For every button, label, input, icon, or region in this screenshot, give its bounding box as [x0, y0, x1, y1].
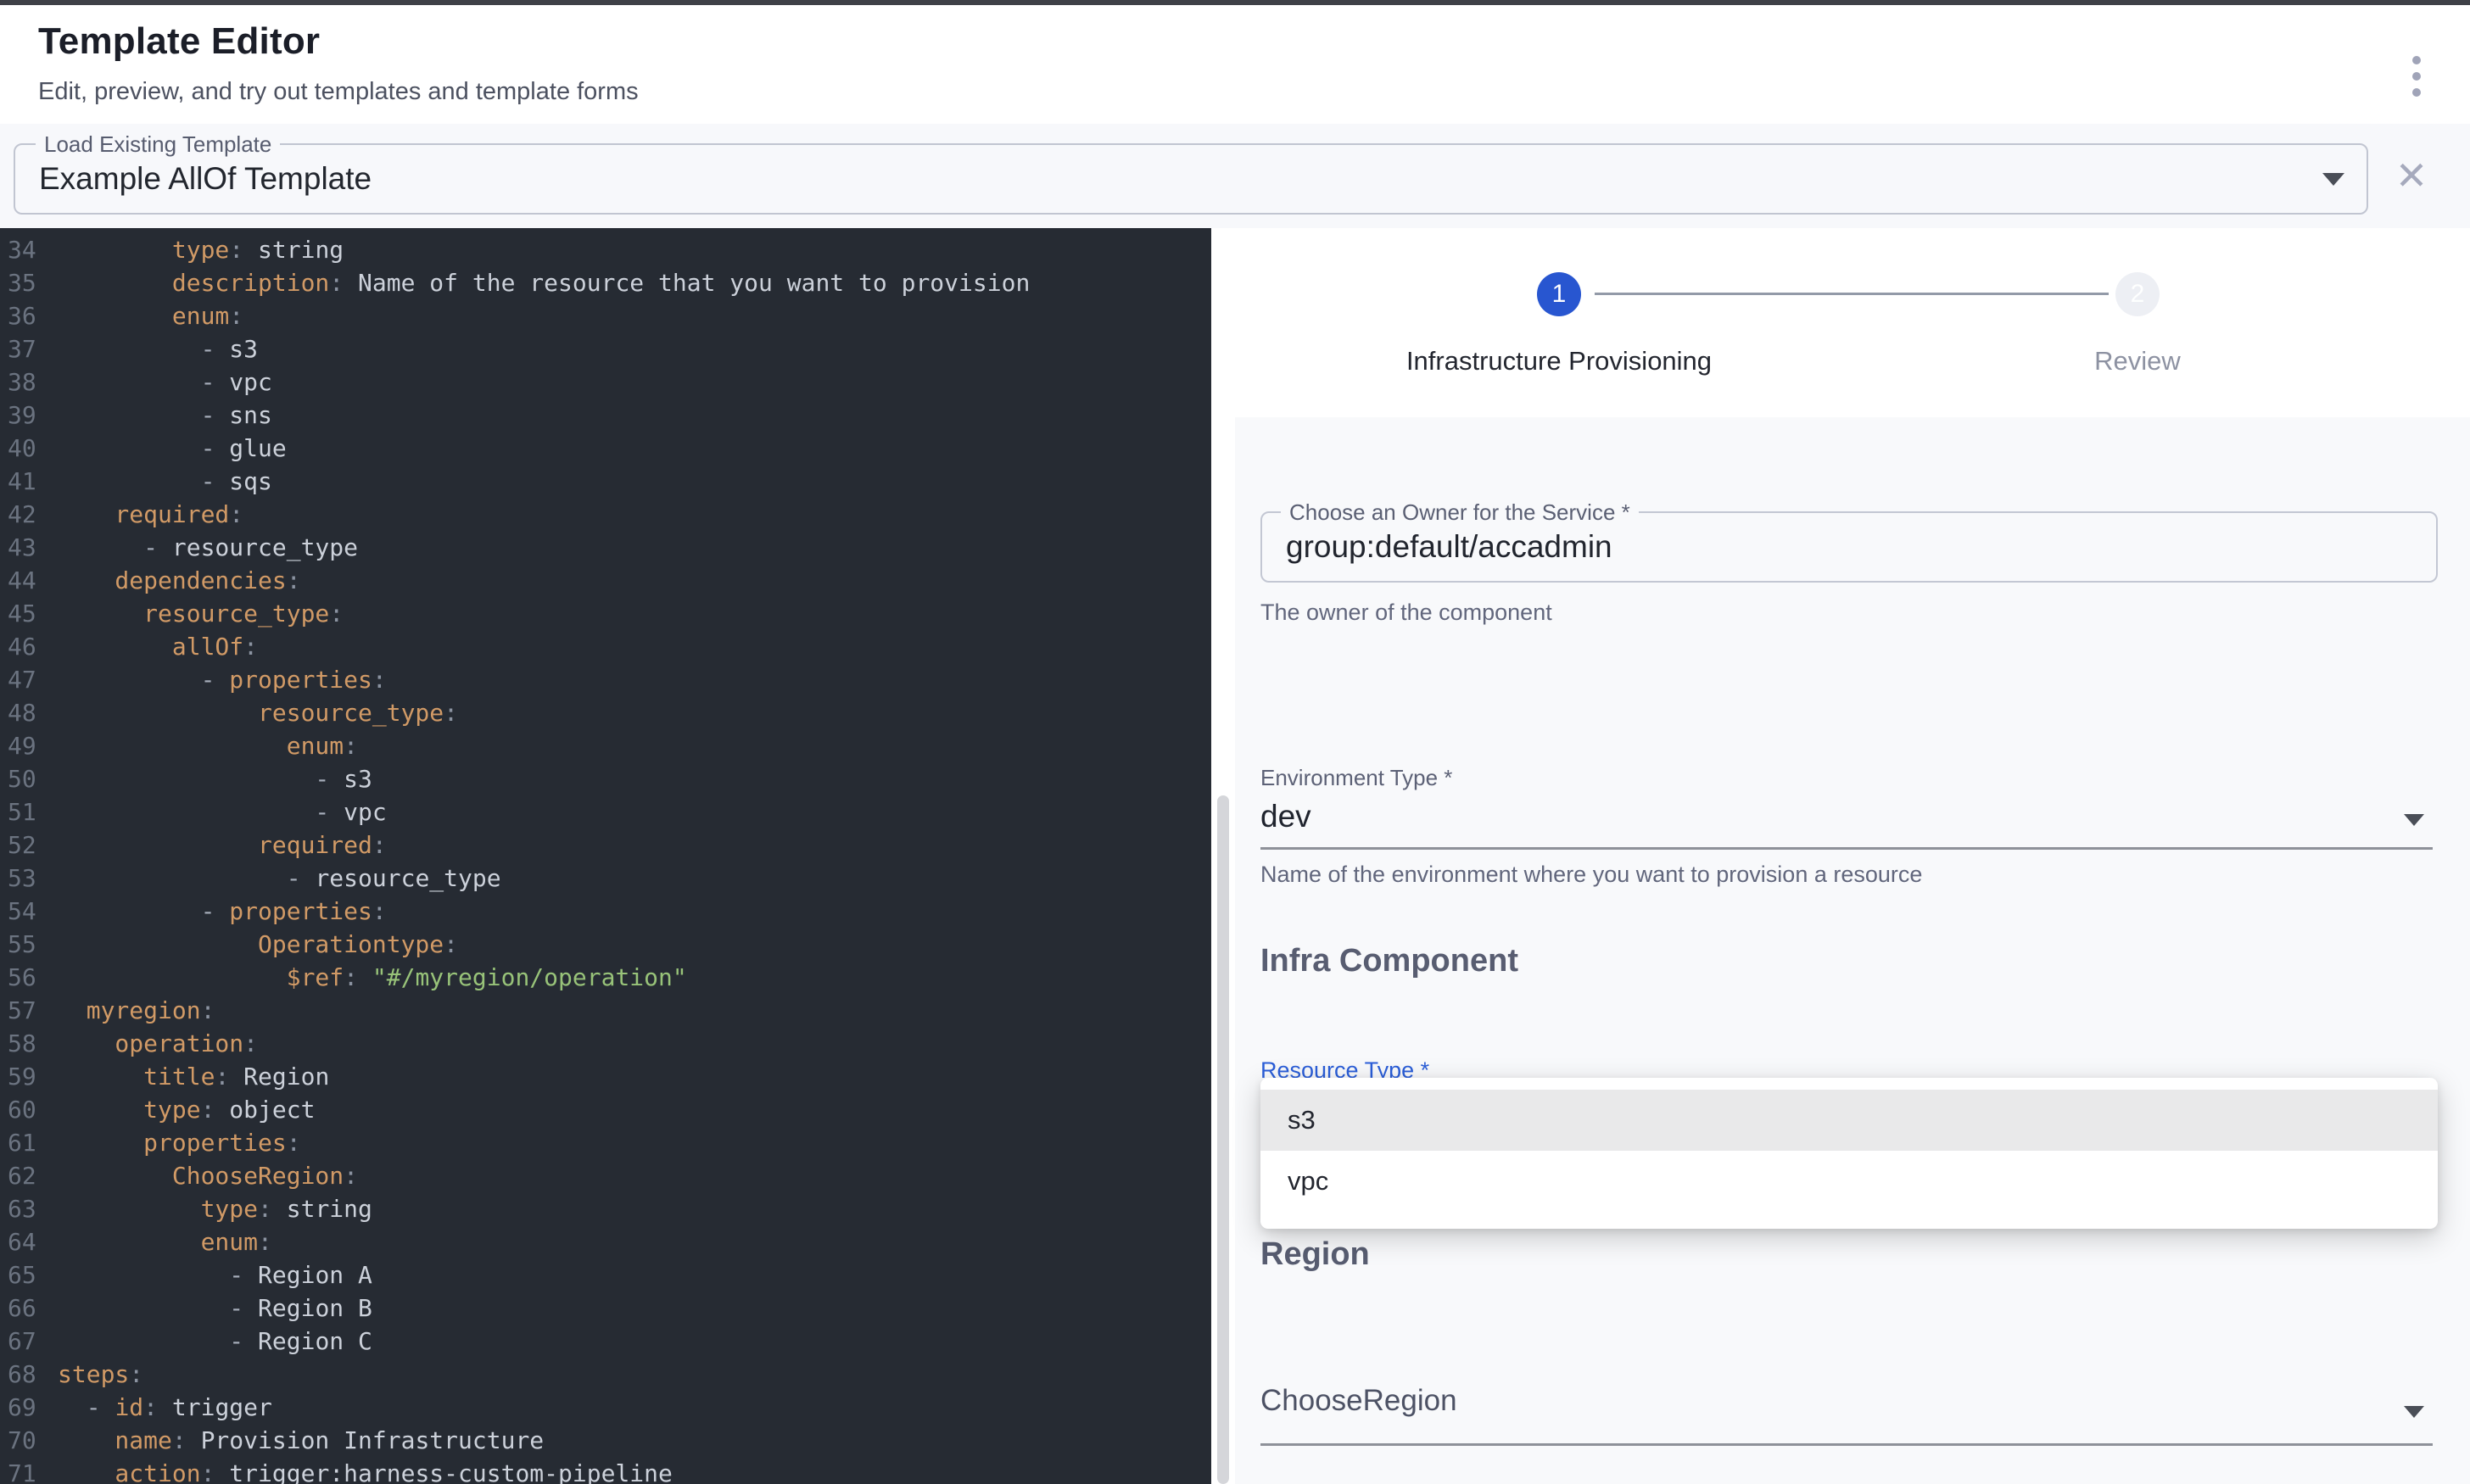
- code-line: 53 - resource_type: [0, 862, 1211, 895]
- resource-type-menu: s3vpc: [1260, 1078, 2438, 1229]
- code-line: 35 description: Name of the resource tha…: [0, 266, 1211, 299]
- template-form-panel: 1 2 Infrastructure Provisioning Review C…: [1235, 228, 2470, 1484]
- step-1-number: 1: [1552, 280, 1567, 309]
- kebab-dot: [2412, 72, 2421, 81]
- step-2-label: Review: [1968, 346, 2307, 377]
- code-line: 38 - vpc: [0, 365, 1211, 399]
- page-title: Template Editor: [38, 20, 320, 63]
- code-line: 52 required:: [0, 828, 1211, 862]
- code-line: 41 - sqs: [0, 465, 1211, 498]
- wizard-stepper: 1 2 Infrastructure Provisioning Review: [1235, 228, 2470, 417]
- step-1-indicator[interactable]: 1: [1537, 272, 1581, 316]
- code-line: 63 type: string: [0, 1192, 1211, 1225]
- code-line: 39 - sns: [0, 399, 1211, 432]
- editor-scrollbar-thumb[interactable]: [1217, 795, 1229, 1484]
- code-line: 57 myregion:: [0, 994, 1211, 1027]
- kebab-dot: [2412, 88, 2421, 97]
- step-1-label: Infrastructure Provisioning: [1262, 346, 1856, 377]
- code-line: 56 $ref: "#/myregion/operation": [0, 961, 1211, 994]
- load-template-combobox[interactable]: Load Existing Template Example AllOf Tem…: [14, 143, 2368, 215]
- code-line: 60 type: object: [0, 1093, 1211, 1126]
- chevron-down-icon[interactable]: [2404, 1406, 2424, 1418]
- wizard-form: Choose an Owner for the Service * group:…: [1235, 417, 2470, 1484]
- code-line: 68steps:: [0, 1358, 1211, 1391]
- owner-input[interactable]: Choose an Owner for the Service * group:…: [1260, 511, 2438, 583]
- code-line: 59 title: Region: [0, 1060, 1211, 1093]
- code-line: 54 - properties:: [0, 895, 1211, 928]
- code-editor-lines: 34 type: string35 description: Name of t…: [0, 233, 1211, 1484]
- chevron-down-icon[interactable]: [2404, 814, 2424, 826]
- page-header: Template Editor Edit, preview, and try o…: [0, 5, 2470, 124]
- infra-component-heading: Infra Component: [1260, 943, 1518, 979]
- code-line: 55 Operationtype:: [0, 928, 1211, 961]
- step-2-indicator[interactable]: 2: [2115, 272, 2160, 316]
- menu-option-s3[interactable]: s3: [1260, 1090, 2438, 1151]
- owner-value: group:default/accadmin: [1286, 513, 1612, 581]
- environment-helper-text: Name of the environment where you want t…: [1260, 862, 1922, 888]
- stepper-connector: [1595, 293, 2109, 295]
- choose-region-underline: [1260, 1443, 2433, 1446]
- yaml-code-editor[interactable]: 34 type: string35 description: Name of t…: [0, 228, 1211, 1484]
- code-line: 42 required:: [0, 498, 1211, 531]
- code-line: 45 resource_type:: [0, 597, 1211, 630]
- load-template-section: Load Existing Template Example AllOf Tem…: [0, 124, 2470, 228]
- code-line: 40 - glue: [0, 432, 1211, 465]
- choose-region-select[interactable]: ChooseRegion: [1260, 1384, 1457, 1418]
- code-line: 51 - vpc: [0, 795, 1211, 828]
- code-line: 44 dependencies:: [0, 564, 1211, 597]
- code-line: 70 name: Provision Infrastructure: [0, 1424, 1211, 1457]
- editor-scrollbar-track[interactable]: [1211, 228, 1235, 1484]
- code-line: 36 enum:: [0, 299, 1211, 332]
- region-heading: Region: [1260, 1236, 1370, 1273]
- owner-helper-text: The owner of the component: [1260, 600, 1552, 626]
- code-line: 37 - s3: [0, 332, 1211, 365]
- step-2-number: 2: [2131, 280, 2145, 309]
- template-editor-page: Template Editor Edit, preview, and try o…: [0, 0, 2470, 1484]
- code-line: 61 properties:: [0, 1126, 1211, 1159]
- code-line: 46 allOf:: [0, 630, 1211, 663]
- code-line: 65 - Region A: [0, 1258, 1211, 1292]
- code-line: 67 - Region C: [0, 1325, 1211, 1358]
- code-line: 43 - resource_type: [0, 531, 1211, 564]
- kebab-dot: [2412, 56, 2421, 64]
- menu-option-vpc[interactable]: vpc: [1260, 1151, 2438, 1212]
- code-line: 50 - s3: [0, 762, 1211, 795]
- code-line: 58 operation:: [0, 1027, 1211, 1060]
- code-line: 64 enum:: [0, 1225, 1211, 1258]
- code-line: 49 enum:: [0, 729, 1211, 762]
- code-line: 66 - Region B: [0, 1292, 1211, 1325]
- clear-template-button[interactable]: ✕: [2382, 139, 2441, 212]
- load-template-value: Example AllOf Template: [39, 145, 372, 213]
- code-line: 34 type: string: [0, 233, 1211, 266]
- code-line: 62 ChooseRegion:: [0, 1159, 1211, 1192]
- page-subtitle: Edit, preview, and try out templates and…: [38, 78, 639, 106]
- environment-type-label: Environment Type *: [1260, 765, 1452, 791]
- kebab-menu-icon[interactable]: [2407, 51, 2426, 102]
- environment-select-underline: [1260, 847, 2433, 850]
- chevron-down-icon[interactable]: [2322, 173, 2344, 186]
- code-line: 69 - id: trigger: [0, 1391, 1211, 1424]
- environment-type-select[interactable]: dev: [1260, 799, 1311, 834]
- code-line: 48 resource_type:: [0, 696, 1211, 729]
- code-line: 47 - properties:: [0, 663, 1211, 696]
- code-line: 71 action: trigger:harness-custom-pipeli…: [0, 1457, 1211, 1484]
